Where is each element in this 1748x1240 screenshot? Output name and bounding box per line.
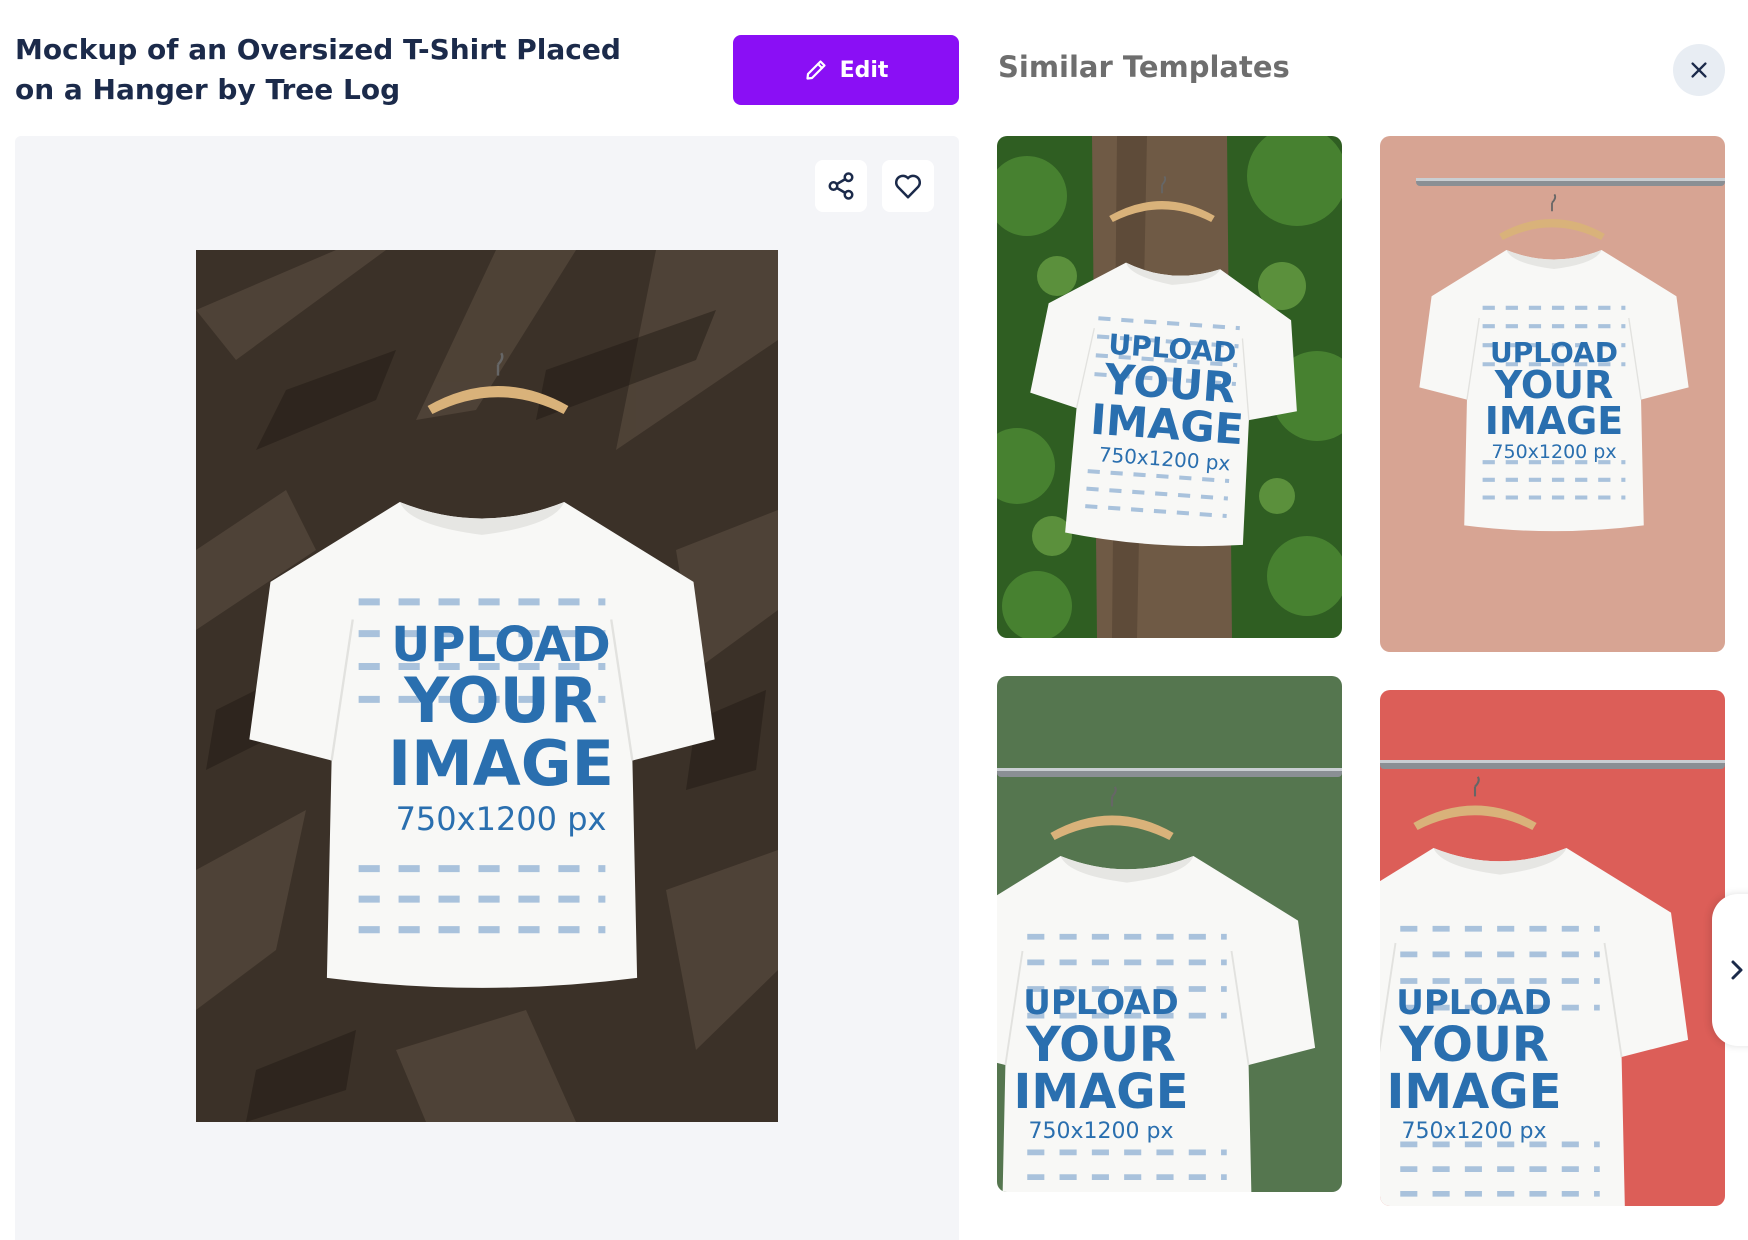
upload-line3: IMAGE: [388, 727, 614, 800]
next-button[interactable]: [1712, 894, 1748, 1046]
card-upload-line3: IMAGE: [1485, 399, 1624, 443]
template-title: Mockup of an Oversized T-Shirt Placed on…: [15, 33, 621, 106]
close-icon: [1691, 62, 1707, 78]
heart-icon: [894, 174, 922, 199]
pencil-icon: [805, 60, 826, 80]
similar-templates-heading: Similar Templates: [998, 50, 1290, 84]
favorite-button[interactable]: [882, 160, 934, 212]
similar-template-card[interactable]: UPLOAD YOUR IMAGE 750x1200 px: [1380, 690, 1725, 1206]
main-mockup-image: UPLOAD YOUR IMAGE 750x1200 px: [196, 250, 778, 1122]
card-upload-line3: IMAGE: [1387, 1064, 1562, 1120]
card-upload-size: 750x1200 px: [1029, 1119, 1174, 1144]
card-upload-size: 750x1200 px: [1491, 441, 1616, 463]
share-icon: [828, 172, 854, 200]
card-upload-size: 750x1200 px: [1402, 1119, 1547, 1144]
share-button[interactable]: [815, 160, 867, 212]
edit-button-label: Edit: [839, 57, 889, 83]
similar-template-card[interactable]: UPLOAD YOUR IMAGE 750x1200 px: [997, 136, 1342, 638]
template-detail-page: Mockup of an Oversized T-Shirt Placed on…: [0, 0, 1748, 1240]
edit-button[interactable]: Edit: [733, 35, 959, 105]
upload-size: 750x1200 px: [396, 800, 607, 838]
card-upload-line3: IMAGE: [1014, 1064, 1189, 1120]
chevron-right-icon: [1731, 960, 1743, 980]
close-button[interactable]: [1673, 44, 1725, 96]
similar-template-card[interactable]: UPLOAD YOUR IMAGE 750x1200 px: [997, 676, 1342, 1192]
similar-template-card[interactable]: UPLOAD YOUR IMAGE 750x1200 px: [1380, 136, 1725, 652]
